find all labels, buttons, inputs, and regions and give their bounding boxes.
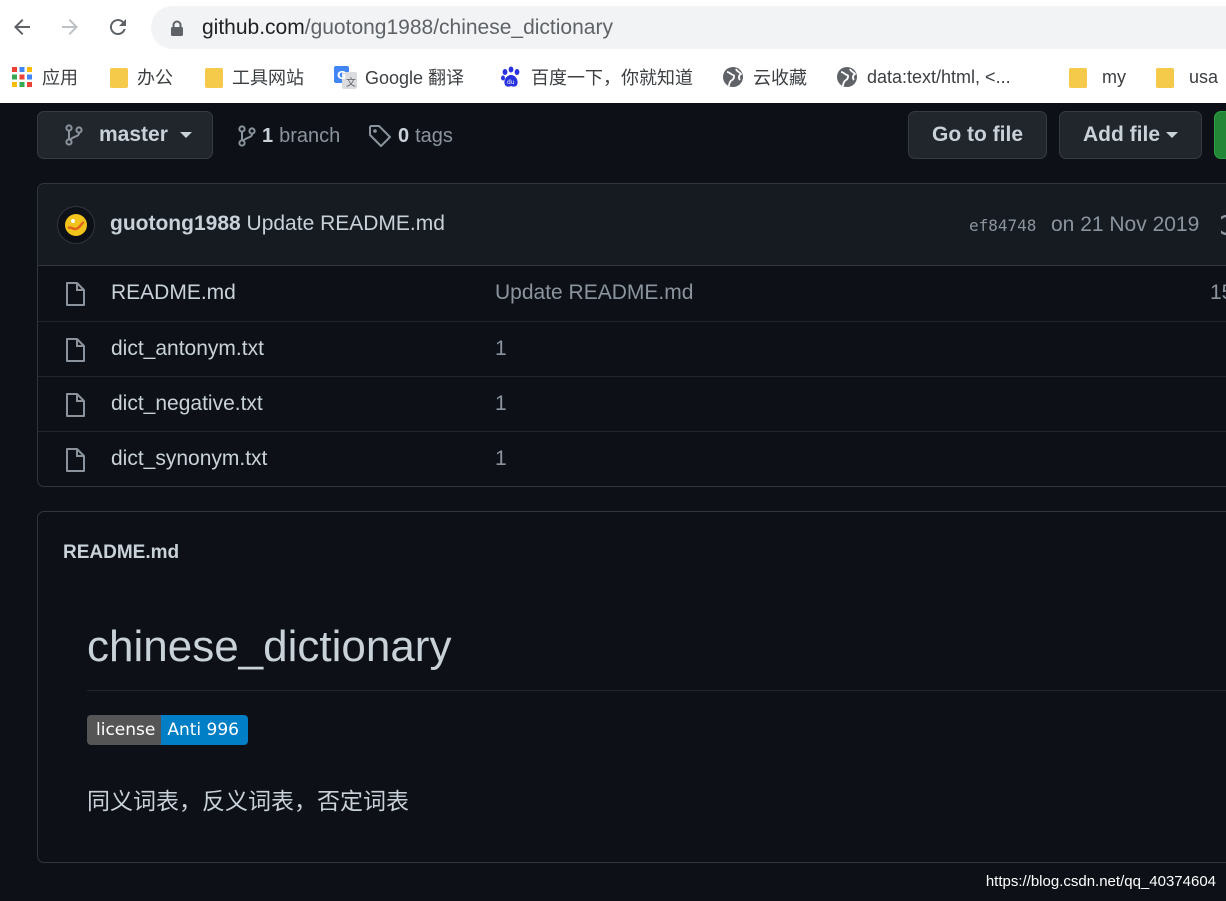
forward-button[interactable] (55, 12, 85, 42)
google-translate-icon: G文 (334, 66, 357, 89)
commit-date: on 21 Nov 2019 (1051, 213, 1200, 236)
add-file-label: Add file (1083, 123, 1160, 146)
bookmark-label: 办公 (137, 68, 173, 88)
go-to-file-button[interactable]: Go to file (908, 111, 1047, 159)
baidu-paw-icon: du (500, 66, 522, 88)
svg-text:du: du (507, 79, 515, 86)
bookmark-office[interactable]: 办公 (110, 58, 173, 96)
tag-label: tags (415, 124, 453, 147)
git-branch-icon (238, 125, 256, 147)
readme-filename[interactable]: README.md (63, 542, 179, 564)
browser-chrome: github.com/guotong1988/chinese_dictionar… (0, 0, 1226, 103)
badge-left-text: license (87, 715, 162, 745)
commit-sha[interactable]: ef84748 (969, 216, 1036, 235)
arrow-right-icon (62, 19, 78, 35)
file-row-readme[interactable]: README.md Update README.md 15 (38, 266, 1226, 321)
bookmark-my[interactable]: my (1069, 58, 1126, 96)
readme-paragraph: 同义词表，反义词表，否定词表 (87, 789, 409, 815)
file-name[interactable]: README.md (111, 281, 236, 305)
file-icon (66, 448, 85, 472)
reload-icon (109, 19, 126, 36)
commit-summary[interactable]: guotong1988 Update README.md (110, 212, 445, 236)
bookmark-cloud[interactable]: 云收藏 (722, 58, 807, 96)
bookmark-google-translate[interactable]: G文 Google 翻译 (334, 58, 464, 96)
commit-message[interactable]: Update README.md (247, 212, 445, 235)
folder-icon (110, 68, 128, 88)
file-name[interactable]: dict_synonym.txt (111, 447, 267, 471)
bookmark-apps[interactable]: 应用 (11, 58, 78, 96)
branch-count: 1 (262, 124, 274, 147)
bookmark-baidu[interactable]: du 百度一下，你就知道 (500, 58, 693, 96)
bookmarks-bar: 应用 办公 工具网站 G文 Google 翻译 du 百度一下，你就知道 云收藏… (0, 58, 1226, 96)
readme-panel: README.md chinese_dictionary license Ant… (37, 511, 1226, 863)
file-row-negative[interactable]: dict_negative.txt 1 (38, 376, 1226, 431)
readme-divider (87, 690, 1226, 691)
avatar-image-icon (65, 214, 87, 236)
tag-icon (369, 125, 391, 147)
lock-icon (171, 20, 183, 36)
bookmark-tools[interactable]: 工具网站 (205, 58, 304, 96)
svg-text:文: 文 (346, 76, 356, 89)
file-icon (66, 282, 85, 306)
bookmark-label: Google 翻译 (365, 68, 465, 88)
file-name[interactable]: dict_negative.txt (111, 392, 263, 416)
license-badge[interactable]: license Anti 996 (87, 715, 248, 745)
file-commit-message[interactable]: 1 (495, 337, 507, 361)
bookmark-usa[interactable]: usa (1156, 58, 1218, 96)
code-button[interactable] (1214, 111, 1226, 159)
branch-select-button[interactable]: master (37, 111, 213, 159)
branch-label: branch (279, 124, 341, 147)
svg-text:G: G (337, 69, 346, 82)
bookmark-data-url[interactable]: data:text/html, <... (836, 58, 1011, 96)
tag-count: 0 (398, 124, 410, 147)
add-file-button[interactable]: Add file (1059, 111, 1202, 159)
folder-icon (205, 68, 223, 88)
file-row-synonym[interactable]: dict_synonym.txt 1 (38, 431, 1226, 486)
apps-grid-icon (11, 66, 33, 88)
arrow-left-icon (14, 19, 30, 35)
readme-heading: chinese_dictionary (87, 622, 452, 671)
address-bar[interactable]: github.com/guotong1988/chinese_dictionar… (151, 6, 1226, 49)
go-to-file-label: Go to file (932, 123, 1023, 146)
caret-down-icon (179, 132, 192, 138)
bookmark-label: my (1102, 66, 1126, 87)
folder-icon (1069, 68, 1087, 88)
tags-link[interactable]: 0 tags (368, 122, 453, 150)
file-icon (66, 393, 85, 417)
bookmark-label: usa (1189, 66, 1219, 87)
git-branch-icon (65, 124, 83, 146)
csdn-watermark: https://blog.csdn.net/qq_40374604 (985, 873, 1216, 890)
file-icon (66, 338, 85, 362)
globe-icon (836, 66, 858, 88)
back-button[interactable] (7, 12, 37, 42)
folder-icon (1156, 68, 1174, 88)
file-commit-message[interactable]: 1 (495, 392, 507, 416)
bookmark-label: 百度一下，你就知道 (531, 68, 693, 88)
file-commit-message[interactable]: 1 (495, 447, 507, 471)
branch-name: master (99, 123, 168, 146)
avatar[interactable] (57, 206, 95, 244)
branches-link[interactable]: 1 branch (238, 122, 340, 150)
file-name[interactable]: dict_antonym.txt (111, 337, 264, 361)
file-list: guotong1988 Update README.md ef84748 on … (37, 183, 1226, 487)
caret-down-icon (1166, 132, 1178, 138)
file-row-antonym[interactable]: dict_antonym.txt 1 (38, 321, 1226, 376)
bookmark-label: data:text/html, <... (867, 66, 1011, 87)
bookmark-label: 工具网站 (232, 68, 304, 88)
commit-author[interactable]: guotong1988 (110, 212, 241, 235)
globe-icon (722, 66, 744, 88)
url-text: github.com/guotong1988/chinese_dictionar… (202, 16, 613, 39)
reload-button[interactable] (103, 12, 133, 42)
bookmark-label: 云收藏 (753, 68, 807, 88)
bookmark-label: 应用 (42, 68, 78, 88)
badge-right-text: Anti 996 (161, 715, 248, 745)
history-icon[interactable] (1221, 213, 1226, 237)
file-commit-age: 15 (1210, 281, 1226, 304)
file-commit-message[interactable]: Update README.md (495, 281, 693, 305)
latest-commit-row: guotong1988 Update README.md ef84748 on … (38, 184, 1226, 266)
